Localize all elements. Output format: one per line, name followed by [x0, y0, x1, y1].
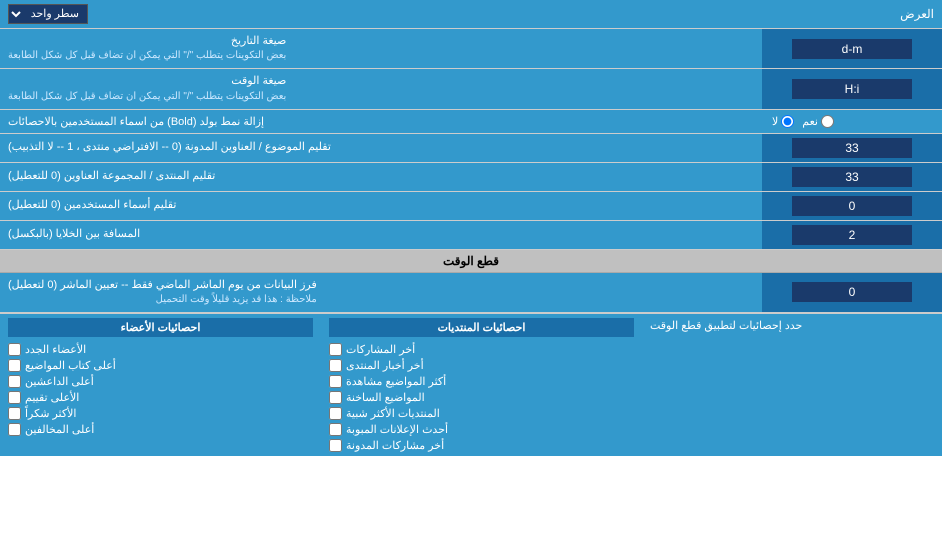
sort-forums-label: تقليم المنتدى / المجموعة العناوين (0 للت…: [0, 163, 762, 191]
bold-radio-yes-label[interactable]: نعم: [802, 115, 834, 128]
bold-radio-no[interactable]: [781, 115, 794, 128]
trim-usernames-label: تقليم أسماء المستخدمين (0 للتعطيل): [0, 192, 762, 220]
time-cut-row: فرز البيانات من يوم الماشر الماضي فقط --…: [0, 273, 942, 313]
checkbox-item-posts-6: أخر مشاركات المدونة: [329, 439, 634, 452]
trim-usernames-row: تقليم أسماء المستخدمين (0 للتعطيل): [0, 192, 942, 221]
checkbox-members-3[interactable]: [8, 391, 21, 404]
time-cut-input[interactable]: [792, 282, 912, 302]
main-container: العرض سطر واحد سطرين ثلاثة أسطر صيغة الت…: [0, 0, 942, 456]
checkbox-item-posts-4: المنتديات الأكثر شبية: [329, 407, 634, 420]
time-format-label: صيغة الوقت بعض التكوينات يتطلب "/" التي …: [0, 69, 762, 108]
time-format-row: صيغة الوقت بعض التكوينات يتطلب "/" التي …: [0, 69, 942, 109]
time-format-input-area: [762, 69, 942, 108]
cell-spacing-input-area: [762, 221, 942, 249]
trim-usernames-input[interactable]: [792, 196, 912, 216]
cell-spacing-row: المسافة بين الخلايا (بالبكسل): [0, 221, 942, 250]
checkbox-item-members-4: الأكثر شكراً: [8, 407, 313, 420]
date-format-label: صيغة التاريخ بعض التكوينات يتطلب "/" الت…: [0, 29, 762, 68]
bold-usernames-label: إزالة نمط بولد (Bold) من اسماء المستخدمي…: [0, 110, 762, 133]
checkbox-posts-6[interactable]: [329, 439, 342, 452]
cell-spacing-label: المسافة بين الخلايا (بالبكسل): [0, 221, 762, 249]
time-cut-label: فرز البيانات من يوم الماشر الماضي فقط --…: [0, 273, 762, 312]
sort-topics-label: تقليم الموضوع / العناوين المدونة (0 -- ا…: [0, 134, 762, 162]
stats-section: حدد إحصائيات لتطبيق قطع الوقت احصائيات ا…: [0, 313, 942, 456]
checkbox-posts-5[interactable]: [329, 423, 342, 436]
sort-topics-input[interactable]: [792, 138, 912, 158]
checkbox-posts-1[interactable]: [329, 359, 342, 372]
checkbox-posts-0[interactable]: [329, 343, 342, 356]
date-format-input-area: [762, 29, 942, 68]
members-stats-column: احصائيات الأعضاء الأعضاء الجدد أعلى كتاب…: [0, 314, 321, 456]
date-format-input[interactable]: [792, 39, 912, 59]
checkbox-item-posts-1: أخر أخبار المنتدى: [329, 359, 634, 372]
posts-stats-header: احصائيات المنتديات: [329, 318, 634, 337]
sort-forums-input[interactable]: [792, 167, 912, 187]
posts-stats-column: احصائيات المنتديات أخر المشاركات أخر أخب…: [321, 314, 642, 456]
checkbox-item-members-0: الأعضاء الجدد: [8, 343, 313, 356]
bold-radio-no-label[interactable]: لا: [772, 115, 794, 128]
checkbox-members-4[interactable]: [8, 407, 21, 420]
time-format-input[interactable]: [792, 79, 912, 99]
checkbox-posts-2[interactable]: [329, 375, 342, 388]
top-row: العرض سطر واحد سطرين ثلاثة أسطر: [0, 0, 942, 29]
checkbox-posts-4[interactable]: [329, 407, 342, 420]
checkbox-item-posts-2: أكثر المواضيع مشاهدة: [329, 375, 634, 388]
members-stats-header: احصائيات الأعضاء: [8, 318, 313, 337]
checkbox-members-0[interactable]: [8, 343, 21, 356]
checkbox-item-posts-3: المواضيع الساخنة: [329, 391, 634, 404]
checkbox-item-members-3: الأعلى تقييم: [8, 391, 313, 404]
checkbox-members-2[interactable]: [8, 375, 21, 388]
stats-section-label: حدد إحصائيات لتطبيق قطع الوقت: [642, 314, 942, 456]
sort-topics-row: تقليم الموضوع / العناوين المدونة (0 -- ا…: [0, 134, 942, 163]
bold-usernames-row: نعم لا إزالة نمط بولد (Bold) من اسماء ال…: [0, 110, 942, 134]
sort-topics-input-area: [762, 134, 942, 162]
sort-forums-input-area: [762, 163, 942, 191]
checkbox-members-5[interactable]: [8, 423, 21, 436]
display-select[interactable]: سطر واحد سطرين ثلاثة أسطر: [8, 4, 88, 24]
checkbox-item-posts-5: أحدث الإعلانات المبوبة: [329, 423, 634, 436]
sort-forums-row: تقليم المنتدى / المجموعة العناوين (0 للت…: [0, 163, 942, 192]
bold-radio-area: نعم لا: [762, 110, 942, 133]
bold-radio-yes[interactable]: [821, 115, 834, 128]
checkbox-members-1[interactable]: [8, 359, 21, 372]
cell-spacing-input[interactable]: [792, 225, 912, 245]
time-cut-section-header: قطع الوقت: [0, 250, 942, 273]
checkbox-item-members-2: أعلى الداعشين: [8, 375, 313, 388]
top-label: العرض: [900, 7, 934, 21]
time-cut-input-area: [762, 273, 942, 312]
checkbox-item-members-5: أعلى المخالفين: [8, 423, 313, 436]
checkbox-posts-3[interactable]: [329, 391, 342, 404]
trim-usernames-input-area: [762, 192, 942, 220]
checkbox-item-members-1: أعلى كتاب المواضيع: [8, 359, 313, 372]
checkbox-item-posts-0: أخر المشاركات: [329, 343, 634, 356]
date-format-row: صيغة التاريخ بعض التكوينات يتطلب "/" الت…: [0, 29, 942, 69]
